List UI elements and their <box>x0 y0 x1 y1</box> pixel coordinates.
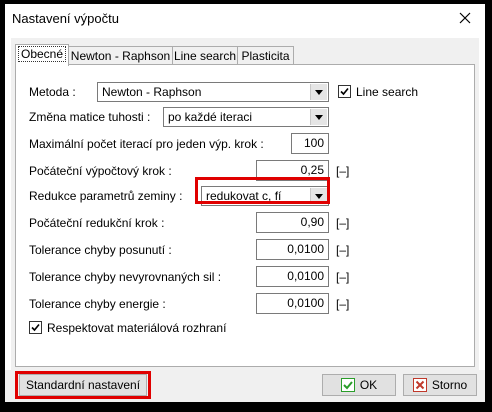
general-panel: Metoda : Newton - Raphson Line search Zm… <box>15 64 475 367</box>
title-bar: Nastavení výpočtu <box>5 4 485 34</box>
ok-label: OK <box>359 378 378 392</box>
init-step-input[interactable]: 0,25 <box>256 160 329 181</box>
check-icon <box>340 378 355 392</box>
chevron-down-icon <box>310 84 327 100</box>
method-select[interactable]: Newton - Raphson <box>97 82 329 102</box>
tab-obecne[interactable]: Obecné <box>15 44 69 66</box>
tol-energy-input[interactable]: 0,0100 <box>256 293 329 314</box>
tab-line-search[interactable]: Line search <box>172 46 238 65</box>
cancel-label: Storno <box>431 378 468 392</box>
dialog-content: Obecné Newton - Raphson Line search Plas… <box>11 38 479 370</box>
max-iter-label: Maximální počet iterací pro jeden výp. k… <box>29 137 264 151</box>
reduction-select[interactable]: redukovat c, fí <box>201 186 329 206</box>
chevron-down-icon <box>310 109 327 125</box>
chevron-down-icon <box>310 188 327 204</box>
stiffness-label: Změna matice tuhosti : <box>29 110 151 124</box>
default-settings-label: Standardní nastavení <box>25 378 141 392</box>
ok-button[interactable]: OK <box>322 374 396 396</box>
tol-unbal-unit: [–] <box>336 270 350 284</box>
tab-plasticita[interactable]: Plasticita <box>237 46 294 65</box>
line-search-checkbox[interactable] <box>338 85 351 98</box>
respect-interfaces-checkbox[interactable] <box>29 321 42 334</box>
max-iter-input[interactable]: 100 <box>291 133 329 154</box>
init-red-step-label: Počáteční redukční krok : <box>29 216 165 230</box>
window-title: Nastavení výpočtu <box>12 11 119 26</box>
init-red-step-input[interactable]: 0,90 <box>256 212 329 233</box>
tol-energy-unit: [–] <box>336 297 350 311</box>
stiffness-select[interactable]: po každé iteraci <box>163 107 329 127</box>
cancel-icon <box>412 378 427 392</box>
respect-interfaces-label: Respektovat materiálová rozhraní <box>47 321 227 335</box>
line-search-label: Line search <box>356 85 419 99</box>
settings-dialog: Nastavení výpočtu Obecné Newton - Raphso… <box>5 4 485 402</box>
default-settings-button[interactable]: Standardní nastavení <box>19 374 147 396</box>
dialog-footer: Standardní nastavení OK Storno <box>5 370 485 402</box>
tab-label: Obecné <box>17 46 67 62</box>
tol-disp-input[interactable]: 0,0100 <box>256 239 329 260</box>
stiffness-value: po každé iteraci <box>168 110 253 124</box>
tol-unbal-label: Tolerance chyby nevyrovnaných sil : <box>29 270 222 284</box>
cancel-button[interactable]: Storno <box>403 374 477 396</box>
reduction-label: Redukce parametrů zeminy : <box>29 189 183 203</box>
tab-newton-raphson[interactable]: Newton - Raphson <box>68 46 173 65</box>
tol-disp-label: Tolerance chyby posunutí : <box>29 243 172 257</box>
init-step-unit: [–] <box>336 164 350 178</box>
tol-disp-unit: [–] <box>336 243 350 257</box>
method-label: Metoda : <box>29 85 76 99</box>
method-value: Newton - Raphson <box>102 85 202 99</box>
init-step-label: Počáteční výpočtový krok : <box>29 164 172 178</box>
tol-unbal-input[interactable]: 0,0100 <box>256 266 329 287</box>
reduction-value: redukovat c, fí <box>206 189 282 203</box>
tol-energy-label: Tolerance chyby energie : <box>29 297 166 311</box>
close-icon[interactable] <box>453 7 477 29</box>
init-red-step-unit: [–] <box>336 216 350 230</box>
